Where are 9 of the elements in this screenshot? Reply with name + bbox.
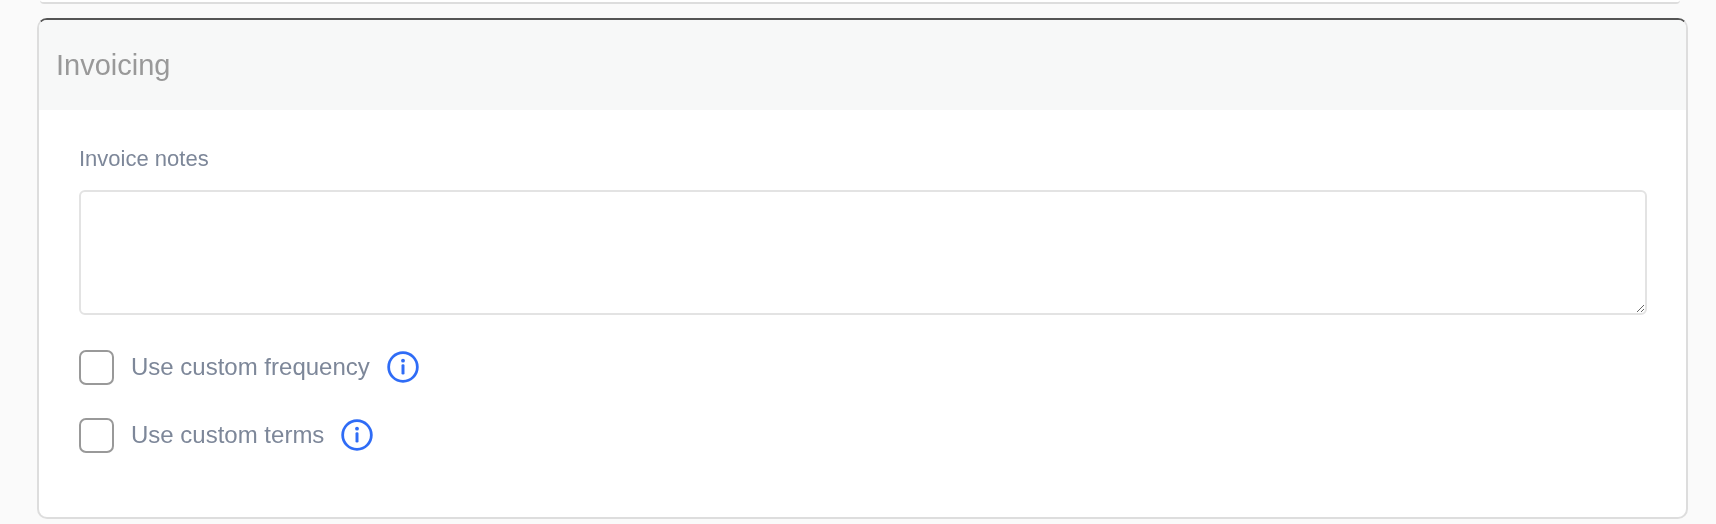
info-icon[interactable] (385, 350, 420, 384)
field-label: Invoice notes (79, 146, 210, 172)
checkbox[interactable] (79, 417, 114, 453)
checkbox[interactable] (79, 349, 114, 385)
invoice-notes-field[interactable] (79, 190, 1647, 315)
section-title: Invoicing (56, 48, 171, 82)
checkbox-label: Use custom terms (131, 421, 325, 449)
info-icon[interactable] (340, 418, 375, 452)
checkbox-label: Use custom frequency (131, 353, 370, 381)
